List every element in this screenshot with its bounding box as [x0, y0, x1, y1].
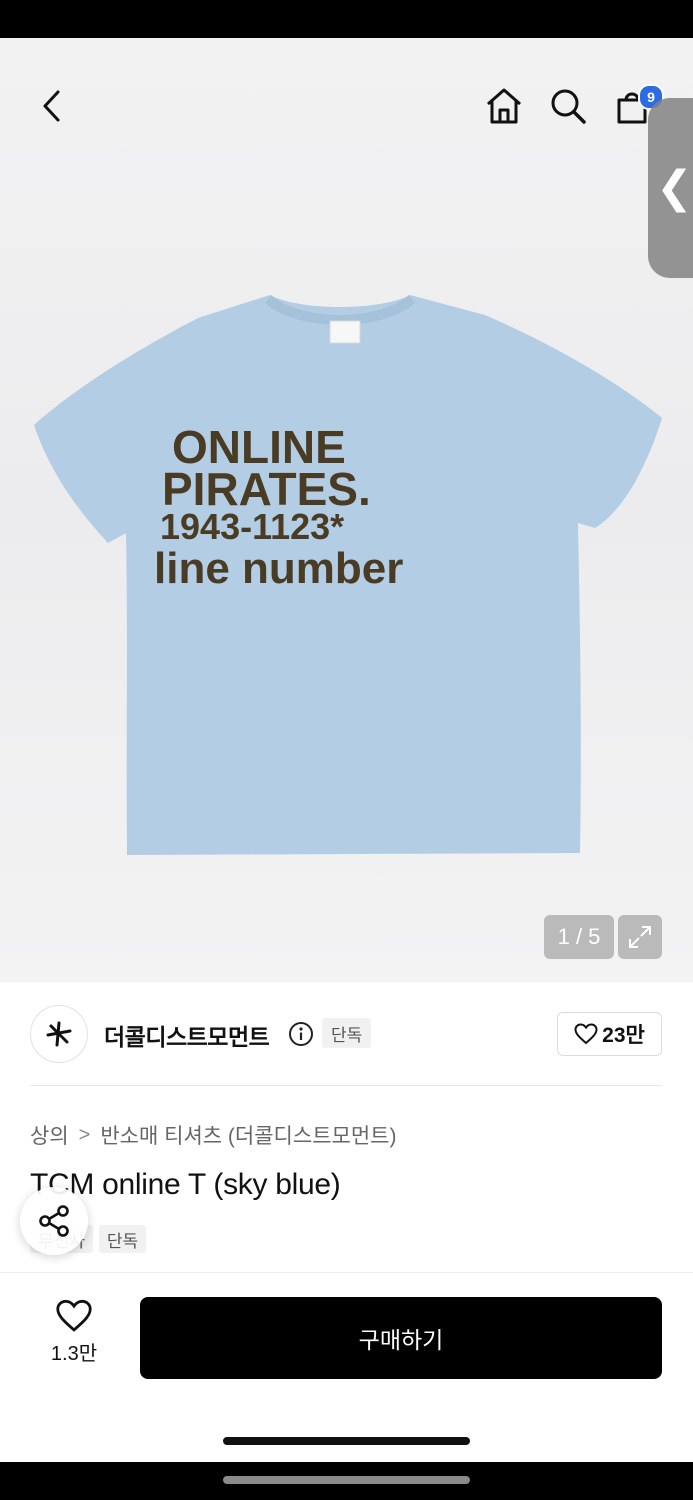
product-tag: 단독	[98, 1225, 147, 1253]
breadcrumb-subcategory[interactable]: 반소매 티셔츠 (더콜디스트모먼트)	[100, 1120, 396, 1150]
expand-icon	[629, 926, 651, 948]
product-screen: ONLINE PIRATES. 1943-1123* line number 9…	[0, 38, 693, 1462]
back-icon	[43, 90, 60, 122]
share-icon	[39, 1205, 69, 1237]
info-icon[interactable]	[288, 1021, 314, 1047]
home-button[interactable]	[480, 82, 528, 130]
brand-like-button[interactable]: 23만	[557, 1012, 662, 1056]
system-bottom-strip	[0, 1462, 693, 1500]
breadcrumb-category[interactable]: 상의	[30, 1120, 69, 1150]
home-icon	[487, 88, 521, 124]
buy-button[interactable]: 구매하기	[140, 1297, 662, 1379]
wishlist-button[interactable]: 1.3만	[34, 1299, 114, 1377]
brand-star-icon	[46, 1021, 72, 1047]
back-button[interactable]	[28, 82, 76, 130]
share-button[interactable]	[20, 1187, 88, 1255]
exclusive-badge: 단독	[322, 1018, 372, 1048]
heart-icon	[574, 1023, 598, 1045]
brand-like-count: 23만	[602, 1024, 645, 1047]
collar-label	[329, 320, 361, 344]
search-button[interactable]	[544, 82, 592, 130]
search-icon	[551, 89, 586, 124]
breadcrumb-separator: >	[78, 1123, 91, 1146]
divider	[30, 1085, 662, 1086]
side-panel-handle[interactable]: ❮	[648, 98, 693, 278]
heart-icon	[56, 1299, 92, 1332]
system-home-indicator	[223, 1476, 470, 1484]
print-line-4: line number	[154, 544, 403, 593]
expand-image-button[interactable]	[618, 915, 662, 959]
wishlist-count: 1.3만	[50, 1343, 98, 1365]
product-image-gallery[interactable]: ONLINE PIRATES. 1943-1123* line number 9…	[0, 38, 693, 982]
print-line-3: 1943-1123*	[160, 506, 344, 547]
image-page-counter: 1 / 5	[544, 915, 614, 959]
brand-name[interactable]: 더콜디스트모먼트	[104, 1018, 270, 1052]
brand-logo[interactable]	[30, 1005, 88, 1063]
home-indicator	[223, 1437, 470, 1445]
product-image: ONLINE PIRATES. 1943-1123* line number	[34, 295, 662, 855]
breadcrumb: 상의 > 반소매 티셔츠 (더콜디스트모먼트)	[30, 1120, 396, 1150]
side-panel-chevron-icon: ❮	[656, 163, 693, 212]
bottom-action-bar: 1.3만 구매하기	[0, 1272, 693, 1462]
